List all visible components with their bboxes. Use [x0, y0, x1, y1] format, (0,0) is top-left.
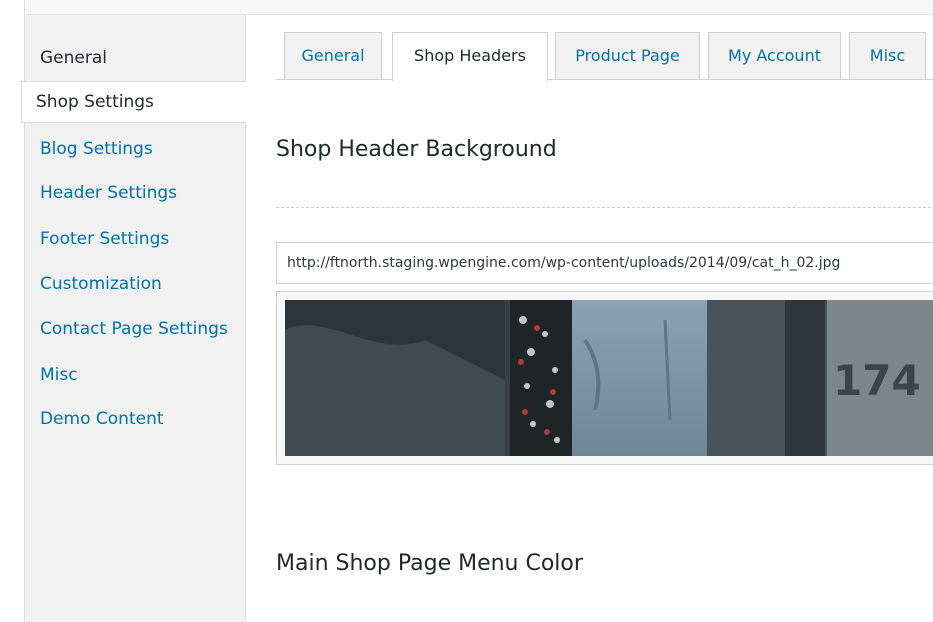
main-content: General Shop Headers Product Page My Acc…: [246, 15, 933, 622]
section-divider: [276, 207, 933, 208]
shop-header-preview: 174: [276, 291, 933, 465]
shop-header-background-title: Shop Header Background: [276, 137, 557, 162]
sidebar-item-footer-settings[interactable]: Footer Settings: [40, 229, 169, 249]
tabs-baseline: [276, 79, 933, 80]
preview-number-text: 174: [833, 356, 921, 405]
preview-photo-illustration: 174: [285, 300, 933, 456]
tab-product-page[interactable]: Product Page: [555, 32, 700, 79]
tab-my-account[interactable]: My Account: [708, 32, 841, 79]
sidebar-item-general[interactable]: General: [40, 48, 107, 68]
main-shop-menu-color-title: Main Shop Page Menu Color: [276, 551, 583, 576]
shop-header-url-input[interactable]: [276, 242, 933, 284]
shop-header-preview-image: 174: [285, 300, 933, 456]
tab-misc[interactable]: Misc: [849, 32, 926, 79]
tab-general[interactable]: General: [284, 32, 382, 79]
tab-shop-headers[interactable]: Shop Headers: [392, 32, 548, 81]
settings-sidebar: General Shop Settings Blog Settings Head…: [21, 15, 246, 622]
settings-page: General Shop Settings Blog Settings Head…: [0, 0, 933, 622]
sidebar-item-label: Shop Settings: [36, 92, 154, 112]
sidebar-item-demo-content[interactable]: Demo Content: [40, 409, 164, 429]
sidebar-item-blog-settings[interactable]: Blog Settings: [40, 139, 153, 159]
top-strip: [26, 0, 933, 15]
sidebar-item-misc[interactable]: Misc: [40, 365, 78, 385]
sidebar-item-shop-settings[interactable]: Shop Settings: [21, 81, 246, 123]
sidebar-item-contact-page-settings[interactable]: Contact Page Settings: [40, 319, 228, 339]
sidebar-item-header-settings[interactable]: Header Settings: [40, 183, 177, 203]
sidebar-item-customization[interactable]: Customization: [40, 274, 162, 294]
